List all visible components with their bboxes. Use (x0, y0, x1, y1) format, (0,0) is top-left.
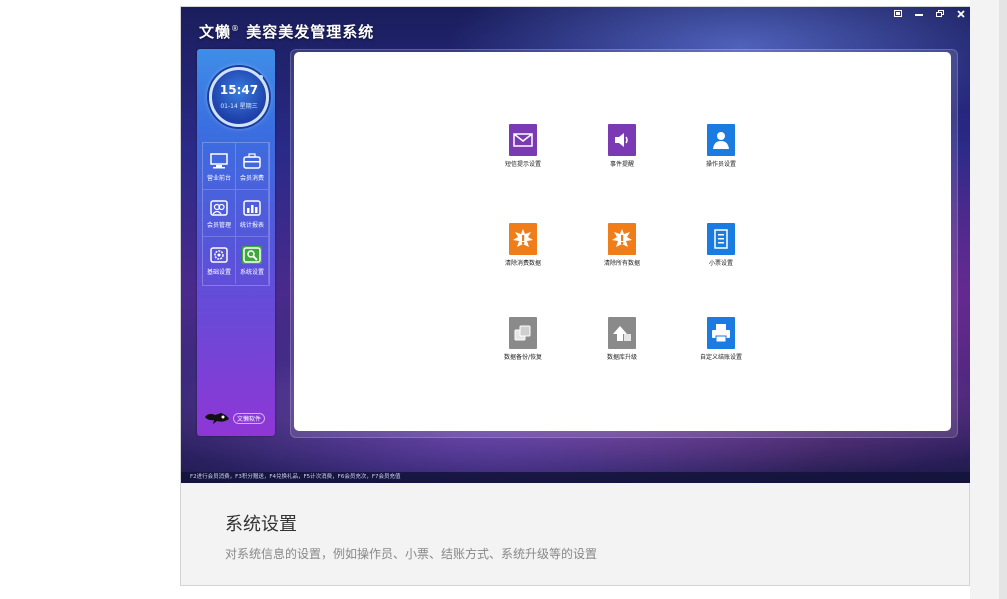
screenshot-card: 文懒® 美容美发管理系统 15:47 01-14 星期三 营业前台 会员消费 会… (180, 6, 970, 586)
alert-burst-icon (509, 223, 537, 255)
app-window: 文懒® 美容美发管理系统 15:47 01-14 星期三 营业前台 会员消费 会… (181, 7, 970, 483)
scrollbar-track[interactable] (999, 0, 1007, 599)
nav-item-basic-settings[interactable]: 基础设置 (203, 237, 236, 284)
nav-label: 会员管理 (206, 222, 231, 229)
tile-label: 数据备份/恢复 (503, 354, 543, 361)
tile-label: 清除消费数据 (504, 260, 541, 267)
brand-footer: 文懒软件 (203, 409, 269, 425)
page-right-strip (970, 0, 1007, 599)
briefcase-icon (242, 152, 262, 170)
tile-clear-consume-data[interactable]: 清除消费数据 (488, 223, 558, 267)
close-icon[interactable] (954, 9, 968, 21)
printer-icon (707, 317, 735, 349)
sidebar: 15:47 01-14 星期三 营业前台 会员消费 会员管理 统计报表 基础设置… (197, 49, 275, 436)
nav-item-reports[interactable]: 统计报表 (236, 190, 269, 237)
members-icon (209, 199, 229, 217)
tile-sms-settings[interactable]: 短信提示设置 (488, 124, 558, 168)
clock-dot (259, 75, 263, 79)
tile-label: 数据库升级 (606, 354, 637, 361)
nav-label: 系统设置 (239, 269, 264, 276)
tile-label: 清除所有数据 (603, 260, 640, 267)
tile-clear-all-data[interactable]: 清除所有数据 (587, 223, 657, 267)
nav-label: 基础设置 (206, 269, 231, 276)
tile-receipt-settings[interactable]: 小票设置 (686, 223, 756, 267)
monitor-icon (209, 152, 229, 170)
clock-time: 15:47 (219, 83, 259, 97)
maximize-icon[interactable] (933, 9, 947, 21)
registered-mark: ® (231, 24, 241, 33)
envelope-icon (509, 124, 537, 156)
receipt-icon (707, 223, 735, 255)
nav-item-member-consume[interactable]: 会员消费 (236, 143, 269, 190)
backup-icon (509, 317, 537, 349)
nav-item-system-settings[interactable]: 系统设置 (236, 237, 269, 284)
nav-item-member-manage[interactable]: 会员管理 (203, 190, 236, 237)
brand-logo-icon (205, 413, 229, 424)
title-main: 美容美发管理系统 (246, 23, 375, 41)
brand-label: 文懒软件 (233, 413, 266, 424)
tile-label: 事件提醒 (609, 161, 634, 168)
tile-event-reminder[interactable]: 事件提醒 (587, 124, 657, 168)
clock-date: 01-14 星期三 (220, 103, 258, 110)
gear-icon (209, 246, 229, 264)
nav-item-front-desk[interactable]: 营业前台 (203, 143, 236, 190)
clock-widget: 15:47 01-14 星期三 (209, 67, 269, 127)
alert-burst-icon (608, 223, 636, 255)
caption-description: 对系统信息的设置，例如操作员、小票、结账方式、系统升级等的设置 (225, 547, 598, 561)
user-icon (707, 124, 735, 156)
minimize-icon[interactable] (912, 9, 926, 21)
tile-label: 操作员设置 (705, 161, 736, 168)
content-panel: 短信提示设置 事件提醒 操作员设置 清除消费数据 清除所有数据 小票设置 数据备… (294, 52, 951, 431)
caption-title: 系统设置 (225, 514, 297, 535)
bar-chart-icon (242, 199, 262, 217)
nav-label: 营业前台 (206, 175, 231, 182)
tile-label: 短信提示设置 (504, 161, 541, 168)
app-title: 文懒® 美容美发管理系统 (199, 21, 374, 42)
tile-custom-checkout-settings[interactable]: 自定义结账设置 (686, 317, 756, 361)
restore-window-icon[interactable] (891, 9, 905, 21)
tile-data-backup[interactable]: 数据备份/恢复 (488, 317, 558, 361)
upgrade-icon (608, 317, 636, 349)
tile-label: 小票设置 (708, 260, 733, 267)
tile-label: 自定义结账设置 (699, 354, 742, 361)
system-settings-icon (242, 246, 262, 264)
tile-operator-settings[interactable]: 操作员设置 (686, 124, 756, 168)
nav-label: 统计报表 (239, 222, 264, 229)
shortcut-statusbar: F2进行会员消费，F3积分赠送，F4兑换礼品，F5计次消费，F6会员充次，F7会… (181, 472, 970, 483)
nav-label: 会员消费 (239, 175, 264, 182)
tile-database-upgrade[interactable]: 数据库升级 (587, 317, 657, 361)
title-brand: 文懒 (199, 23, 232, 41)
nav-grid: 营业前台 会员消费 会员管理 统计报表 基础设置 系统设置 (202, 142, 270, 286)
speaker-icon (608, 124, 636, 156)
